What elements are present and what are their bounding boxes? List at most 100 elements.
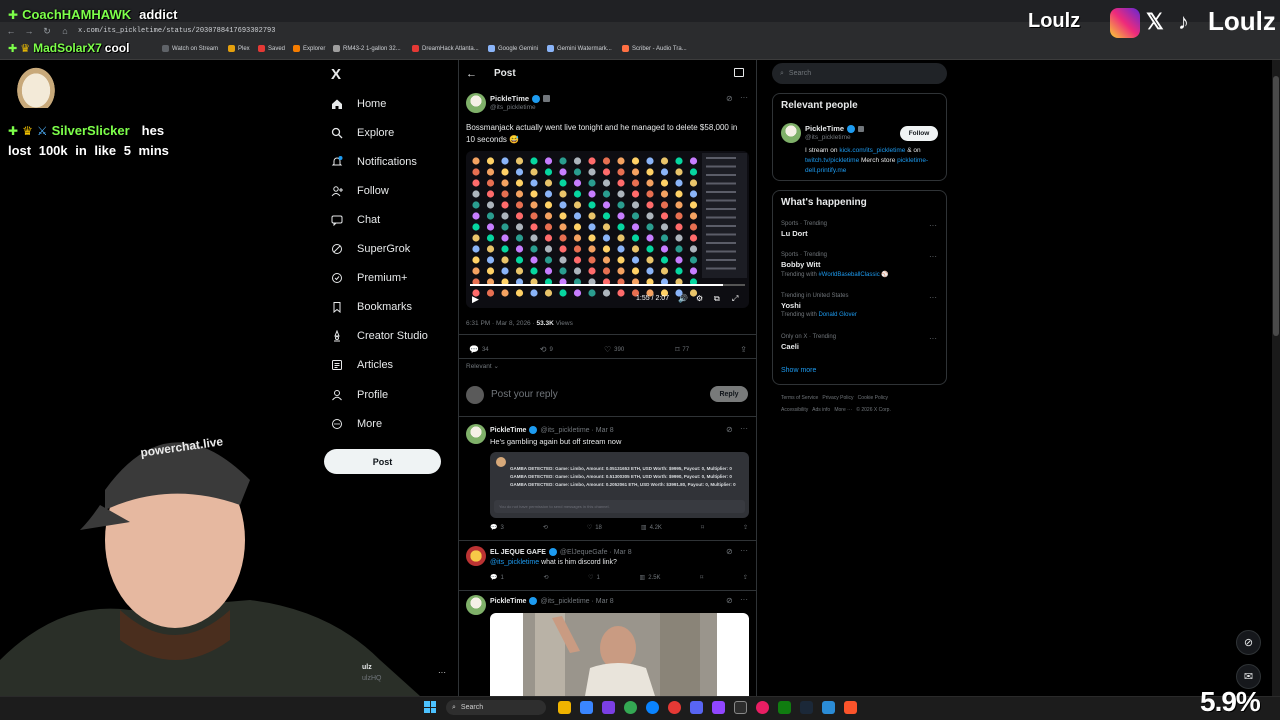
home-icon[interactable]: ⌂ [60,26,70,36]
avatar[interactable] [466,93,486,113]
trend-link[interactable]: Donald Glover [818,312,856,318]
grok-icon[interactable]: ⊘ [726,596,733,605]
more-icon[interactable]: ··· [740,424,748,433]
reply-image[interactable]: GAMBA DETECTED: Game: Limbo, Amount: 0.0… [490,452,749,518]
nav-supergrok[interactable]: SuperGrok [330,240,410,258]
video-progress-track[interactable] [470,284,745,286]
trend-item[interactable]: Sports · Trending Bobby Witt Trending wi… [781,252,941,278]
x-logo-icon[interactable]: X [331,66,341,83]
account-menu-icon[interactable]: ··· [438,668,446,677]
avatar[interactable] [466,595,486,615]
nav-creator-studio[interactable]: Creator Studio [330,327,428,345]
person-handle[interactable]: @its_pickletime [805,134,851,141]
footer-links[interactable]: Accessibility Ads info More ··· © 2026 X… [781,407,891,413]
more-icon[interactable]: ··· [740,93,748,102]
bookmark-item[interactable]: Saved [258,45,285,52]
nav-chat[interactable]: Chat [330,211,380,229]
brave-icon[interactable] [844,701,857,714]
back-arrow-icon[interactable]: ← [466,68,477,80]
grok-icon[interactable]: ⊘ [726,425,733,434]
fullscreen-icon[interactable]: ⤢ [732,294,738,304]
settings-icon[interactable]: ⚙ [696,294,703,303]
tweet-handle[interactable]: @its_pickletime [490,104,536,111]
reply-action[interactable]: 💬 34 [469,345,489,354]
more-icon[interactable]: ··· [929,293,937,302]
nav-articles[interactable]: Articles [330,356,393,374]
bookmark-item[interactable]: Google Gemini [488,45,538,52]
bookmark-item[interactable]: Plex [228,45,250,52]
scrollbar-thumb[interactable] [1273,76,1279,336]
bookmark-item[interactable]: Scriber - Audio Tra... [622,45,687,52]
bookmark-action[interactable]: ⌑ [700,574,703,581]
bookmark-item[interactable]: Gemini Watermark... [547,45,612,52]
nav-home[interactable]: Home [330,95,386,113]
app-icon[interactable] [668,701,681,714]
edge-icon[interactable] [646,701,659,714]
account-name[interactable]: ulz [362,664,372,671]
mention-link[interactable]: @its_pickletime [490,559,539,566]
bio-link[interactable]: twitch.tv/pickletime [805,157,859,164]
nav-follow[interactable]: Follow [330,182,389,200]
reload-icon[interactable]: ↻ [42,26,52,36]
scrollbar[interactable] [1272,60,1280,696]
taskbar-search[interactable]: ⌕ Search [446,700,546,715]
more-icon[interactable]: ··· [929,334,937,343]
file-explorer-icon[interactable] [558,701,571,714]
back-icon[interactable]: ← [6,26,16,36]
trend-item[interactable]: Trending in United States Yoshi Trending… [781,293,941,318]
twitch-icon[interactable] [712,701,725,714]
xbox-icon[interactable] [778,701,791,714]
grok-icon[interactable]: ⊘ [726,547,733,556]
more-icon[interactable]: ··· [740,595,748,604]
pip-icon[interactable]: ⧉ [714,294,720,304]
tweet-timestamp[interactable]: 6:31 PM · Mar 8, 2026 · [466,320,536,327]
repost-action[interactable]: ⟲ 9 [540,345,553,354]
grok-icon[interactable]: ⊘ [1236,630,1261,655]
nav-bookmarks[interactable]: Bookmarks [330,298,412,316]
play-icon[interactable]: ▶ [472,294,479,305]
app-icon[interactable] [602,701,615,714]
bookmark-item[interactable]: Explorer [293,45,325,52]
views-action[interactable]: ▥ 2.5K [640,574,661,582]
repost-action[interactable]: ⟲ [543,574,548,581]
app-icon[interactable] [580,701,593,714]
search-input[interactable]: Search [789,70,811,77]
person-name[interactable]: PickleTime [805,124,865,133]
app-icon[interactable] [756,701,769,714]
author-name[interactable]: PickleTime [490,427,526,434]
trend-item[interactable]: Only on X · Trending Caeli ··· [781,334,941,351]
bookmark-action[interactable]: ⌑ [701,524,704,531]
app-icon[interactable] [822,701,835,714]
trend-link[interactable]: #WorldBaseballClassic [818,272,879,278]
repost-action[interactable]: ⟲ [543,524,548,531]
discord-icon[interactable] [690,701,703,714]
share-action[interactable]: ⇪ [743,524,748,531]
reply-gif[interactable] [490,613,749,696]
nav-explore[interactable]: Explore [330,124,394,142]
post-button[interactable]: Post [324,449,441,474]
trend-item[interactable]: Sports · Trending Lu Dort ··· [781,221,941,238]
steam-icon[interactable] [800,701,813,714]
account-handle[interactable]: ulzHQ [362,675,381,682]
views-action[interactable]: ▥ 4.2K [641,524,662,532]
reply-handle[interactable]: @ElJequeGafe · Mar 8 [560,549,632,556]
like-action[interactable]: ♡ 390 [604,345,624,354]
reply-action[interactable]: 💬 1 [490,574,504,582]
avatar[interactable] [781,123,801,143]
more-icon[interactable]: ··· [740,546,748,555]
avatar[interactable] [466,546,486,566]
show-more-link[interactable]: Show more [781,367,816,374]
sort-dropdown[interactable]: Relevant ⌄ [466,362,499,370]
bookmark-item[interactable]: Watch on Stream [162,45,218,52]
follow-button[interactable]: Follow [900,126,938,141]
more-icon[interactable]: ··· [929,221,937,230]
share-action[interactable]: ⇪ [740,345,747,354]
obs-icon[interactable] [734,701,747,714]
bookmark-item[interactable]: RM43-2 1-gallon 32... [333,45,401,52]
chrome-icon[interactable] [624,701,637,714]
nav-more[interactable]: More [330,415,382,433]
search-bar[interactable]: ⌕ Search [772,63,947,84]
reply-input[interactable]: Post your reply [491,389,558,400]
footer-links[interactable]: Terms of Service Privacy Policy Cookie P… [781,395,888,401]
reply-action[interactable]: 💬 3 [490,524,504,532]
